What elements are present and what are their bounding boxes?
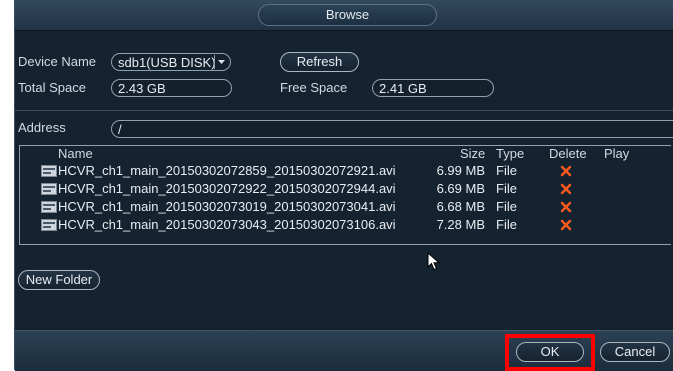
file-icon — [41, 183, 57, 195]
cancel-button[interactable]: Cancel — [600, 342, 670, 362]
file-icon — [41, 165, 57, 177]
ok-button[interactable]: OK — [516, 342, 584, 362]
file-size: 7.28 MB — [436, 217, 485, 232]
table-row[interactable]: HCVR_ch1_main_20150302072922_20150302072… — [20, 180, 672, 198]
dialog-title: Browse — [258, 4, 437, 26]
free-space-value: 2.41 GB — [372, 79, 494, 97]
title-bar: Browse — [15, 0, 673, 31]
address-label: Address — [18, 120, 66, 135]
delete-x-icon[interactable] — [560, 165, 572, 177]
free-space-label: Free Space — [280, 80, 348, 95]
file-type: File — [496, 181, 517, 196]
column-header-play: Play — [604, 146, 630, 161]
file-type: File — [496, 163, 517, 178]
table-row[interactable]: HCVR_ch1_main_20150302073043_20150302073… — [20, 216, 672, 234]
file-type: File — [496, 217, 517, 232]
device-name-label: Device Name — [18, 54, 97, 69]
browse-dialog: Browse Device Name sdb1(USB DISK) Refres… — [14, 0, 673, 371]
new-folder-button[interactable]: New Folder — [18, 270, 100, 290]
file-icon — [41, 219, 57, 231]
table-row[interactable]: HCVR_ch1_main_20150302073019_20150302073… — [20, 198, 672, 216]
file-size: 6.69 MB — [436, 181, 485, 196]
file-size: 6.68 MB — [436, 199, 485, 214]
column-header-size: Size — [460, 146, 486, 161]
file-type: File — [496, 199, 517, 214]
refresh-button[interactable]: Refresh — [280, 52, 359, 72]
file-icon — [41, 201, 57, 213]
dialog-footer: OK Cancel — [15, 330, 673, 371]
file-name: HCVR_ch1_main_20150302073019_20150302073… — [58, 199, 396, 214]
total-space-value: 2.43 GB — [111, 79, 232, 97]
delete-x-icon[interactable] — [560, 201, 572, 213]
table-row[interactable]: HCVR_ch1_main_20150302072859_20150302072… — [20, 162, 672, 180]
column-header-type: Type — [496, 146, 525, 161]
column-header-name: Name — [58, 146, 93, 161]
address-input[interactable]: / — [111, 120, 673, 138]
chevron-down-icon[interactable] — [214, 55, 228, 69]
total-space-label: Total Space — [18, 80, 86, 95]
column-header-delete: Delete — [549, 146, 587, 161]
device-name-value: sdb1(USB DISK) — [118, 55, 216, 70]
delete-x-icon[interactable] — [560, 183, 572, 195]
file-name: HCVR_ch1_main_20150302073043_20150302073… — [58, 217, 396, 232]
mouse-cursor-icon — [427, 252, 441, 271]
delete-x-icon[interactable] — [560, 219, 572, 231]
file-list: Name Size Type Delete Play HCVR_ch1_main… — [19, 145, 671, 245]
divider — [15, 110, 673, 111]
file-name: HCVR_ch1_main_20150302072859_20150302072… — [58, 163, 396, 178]
file-name: HCVR_ch1_main_20150302072922_20150302072… — [58, 181, 396, 196]
file-size: 6.99 MB — [436, 163, 485, 178]
device-name-select[interactable]: sdb1(USB DISK) — [111, 53, 231, 71]
